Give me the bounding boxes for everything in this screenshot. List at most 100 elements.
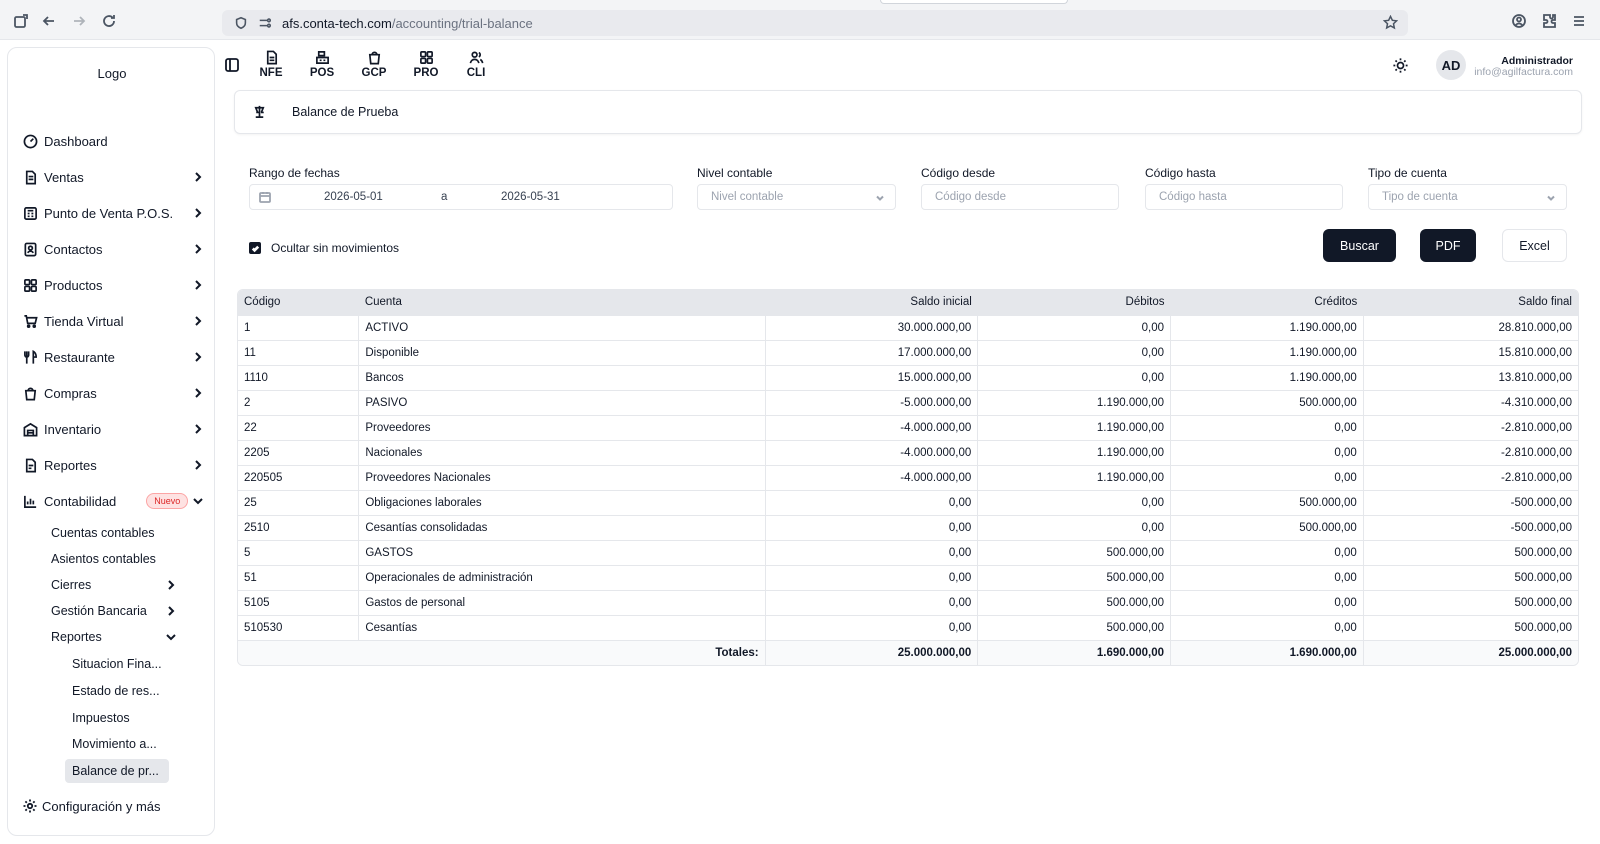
sidebar-item-compras[interactable]: Compras xyxy=(22,379,208,407)
avatar[interactable]: AD xyxy=(1436,50,1466,80)
tipo-cuenta-select[interactable]: Tipo de cuenta xyxy=(1368,184,1567,210)
report-situacion-financiera[interactable]: Situacion Fina... xyxy=(65,652,172,676)
cell-saldo-inicial: 0,00 xyxy=(764,589,978,615)
register-icon xyxy=(315,51,329,64)
cell-creditos: 0,00 xyxy=(1170,564,1364,590)
sidebar-item-label: Dashboard xyxy=(44,133,108,149)
balance-scale-icon xyxy=(252,104,267,122)
cell-saldo-final: -2.810.000,00 xyxy=(1362,464,1578,490)
cell-codigo: 5105 xyxy=(238,589,359,615)
cell-debitos: 500.000,00 xyxy=(977,614,1171,640)
table-row[interactable]: 1 ACTIVO 30.000.000,00 0,00 1.190.000,00 28.8… xyxy=(238,314,1578,340)
table-row[interactable]: 51 Operacionales de administración 0,00 500… xyxy=(238,564,1578,590)
table-row[interactable]: 220505 Proveedores Nacionales -4.000.000,0… xyxy=(238,464,1578,490)
sidebar-item-pos[interactable]: Punto de Venta P.O.S. xyxy=(22,199,208,227)
excel-button[interactable]: Excel xyxy=(1502,229,1567,262)
table-row[interactable]: 5105 Gastos de personal 0,00 500.000,00 0,00… xyxy=(238,589,1578,615)
menu-icon[interactable] xyxy=(1570,12,1588,30)
sidebar-sub-cuentas-contables[interactable]: Cuentas contables xyxy=(43,521,215,545)
extensions-icon[interactable] xyxy=(1540,12,1558,30)
header-codigo[interactable]: Código xyxy=(238,290,359,315)
forward-icon[interactable] xyxy=(70,12,88,30)
table-row[interactable]: 2205 Nacionales -4.000.000,00 1.190.000,00 0… xyxy=(238,439,1578,465)
table-row[interactable]: 25 Obligaciones laborales 0,00 0,00 500.000,… xyxy=(238,489,1578,515)
codigo-desde-input[interactable]: Código desde xyxy=(921,184,1119,210)
url-bar[interactable]: afs.conta-tech.com/accounting/trial-bala… xyxy=(222,10,1408,36)
sidebar-sub-reportes[interactable]: Reportes xyxy=(43,625,215,649)
report-estado-resultados[interactable]: Estado de res... xyxy=(65,679,170,703)
header-debitos[interactable]: Débitos xyxy=(977,290,1171,315)
sidebar-item-contactos[interactable]: Contactos xyxy=(22,235,208,263)
sidebar-item-contabilidad[interactable]: Contabilidad Nuevo xyxy=(22,487,208,515)
report-balance-prueba[interactable]: Balance de pr... xyxy=(65,759,169,783)
report-movimiento[interactable]: Movimiento a... xyxy=(65,732,167,756)
cell-creditos: 500.000,00 xyxy=(1170,389,1364,415)
account-icon[interactable] xyxy=(1510,12,1528,30)
sidebar-item-configuracion[interactable]: Configuración y más xyxy=(22,798,161,814)
sub-label: Cierres xyxy=(51,578,92,592)
module-cli[interactable]: CLI xyxy=(456,50,496,79)
page-title: Balance de Prueba xyxy=(292,105,399,119)
cell-saldo-inicial: -5.000.000,00 xyxy=(764,389,978,415)
cell-saldo-final: 500.000,00 xyxy=(1362,539,1578,565)
table-row[interactable]: 22 Proveedores -4.000.000,00 1.190.000,00 0,… xyxy=(238,414,1578,440)
sidebar-item-dashboard[interactable]: Dashboard xyxy=(22,127,208,155)
sidebar-item-ventas[interactable]: Ventas xyxy=(22,163,208,191)
header-creditos[interactable]: Créditos xyxy=(1170,290,1364,315)
date-range-picker[interactable]: 2026-05-01 a 2026-05-31 xyxy=(249,184,673,210)
table-row[interactable]: 2 PASIVO -5.000.000,00 1.190.000,00 500.000,… xyxy=(238,389,1578,415)
table-row[interactable]: 2510 Cesantías consolidadas 0,00 0,00 500.00… xyxy=(238,514,1578,540)
cell-saldo-final: 28.810.000,00 xyxy=(1362,314,1578,340)
tipo-cuenta-placeholder: Tipo de cuenta xyxy=(1382,191,1458,203)
sidebar-item-productos[interactable]: Productos xyxy=(22,271,208,299)
shield-icon[interactable] xyxy=(234,15,250,31)
module-gcp[interactable]: GCP xyxy=(354,50,394,79)
cell-saldo-inicial: -4.000.000,00 xyxy=(764,464,978,490)
toggle-sidebar-icon[interactable] xyxy=(224,57,240,73)
cell-codigo: 25 xyxy=(238,489,359,515)
cell-creditos: 1.190.000,00 xyxy=(1170,364,1364,390)
cell-codigo: 2205 xyxy=(238,439,359,465)
sidebar-sub-cierres[interactable]: Cierres xyxy=(43,573,215,597)
reload-icon[interactable] xyxy=(100,12,118,30)
table-row[interactable]: 510530 Cesantías 0,00 500.000,00 0,00 500.000… xyxy=(238,614,1578,640)
logo: Logo xyxy=(97,66,127,81)
back-icon[interactable] xyxy=(40,12,58,30)
codigo-hasta-input[interactable]: Código hasta xyxy=(1145,184,1343,210)
module-pro[interactable]: PRO xyxy=(406,50,446,79)
sidebar-item-tienda-virtual[interactable]: Tienda Virtual xyxy=(22,307,208,335)
module-nfe[interactable]: NFE xyxy=(251,50,291,79)
sub-label: Reportes xyxy=(51,630,102,644)
user-email: info@agilfactura.com xyxy=(1474,66,1573,78)
header-saldo-inicial[interactable]: Saldo inicial xyxy=(765,290,978,315)
total-saldo-inicial: 25.000.000,00 xyxy=(764,639,978,665)
hide-empty-toggle[interactable]: Ocultar sin movimientos xyxy=(249,241,399,255)
cell-codigo: 5 xyxy=(238,539,359,565)
sidebar-sub-gestion-bancaria[interactable]: Gestión Bancaria xyxy=(43,599,215,623)
sidebar-item-inventario[interactable]: Inventario xyxy=(22,415,208,443)
table-row[interactable]: 11 Disponible 17.000.000,00 0,00 1.190.000,0… xyxy=(238,339,1578,365)
sidebar-item-reportes[interactable]: Reportes xyxy=(22,451,208,479)
header-cuenta[interactable]: Cuenta xyxy=(358,290,766,315)
sidebar-tabs-icon[interactable] xyxy=(12,12,30,30)
sidebar-item-restaurante[interactable]: Restaurante xyxy=(22,343,208,371)
nivel-contable-select[interactable]: Nivel contable xyxy=(697,184,896,210)
bookmark-star-icon[interactable] xyxy=(1382,14,1399,33)
buscar-button[interactable]: Buscar xyxy=(1323,229,1396,262)
date-from[interactable]: 2026-05-01 xyxy=(324,191,383,203)
header-saldo-final[interactable]: Saldo final xyxy=(1363,290,1578,315)
table-row[interactable]: 5 GASTOS 0,00 500.000,00 0,00 500.000,00 xyxy=(238,539,1578,565)
date-to[interactable]: 2026-05-31 xyxy=(501,191,560,203)
module-pos[interactable]: POS xyxy=(302,50,342,79)
sun-icon[interactable] xyxy=(1392,57,1410,75)
table-row[interactable]: 1110 Bancos 15.000.000,00 0,00 1.190.000,00 1… xyxy=(238,364,1578,390)
cell-saldo-inicial: 0,00 xyxy=(764,539,978,565)
permissions-icon[interactable] xyxy=(258,15,274,31)
cell-codigo: 2 xyxy=(238,389,359,415)
pdf-button[interactable]: PDF xyxy=(1420,229,1476,262)
report-impuestos[interactable]: Impuestos xyxy=(65,706,140,730)
sidebar-item-label: Compras xyxy=(44,385,97,401)
hide-empty-checkbox[interactable] xyxy=(249,242,261,254)
sidebar-sub-asientos-contables[interactable]: Asientos contables xyxy=(43,547,215,571)
cell-cuenta: Nacionales xyxy=(358,439,766,465)
